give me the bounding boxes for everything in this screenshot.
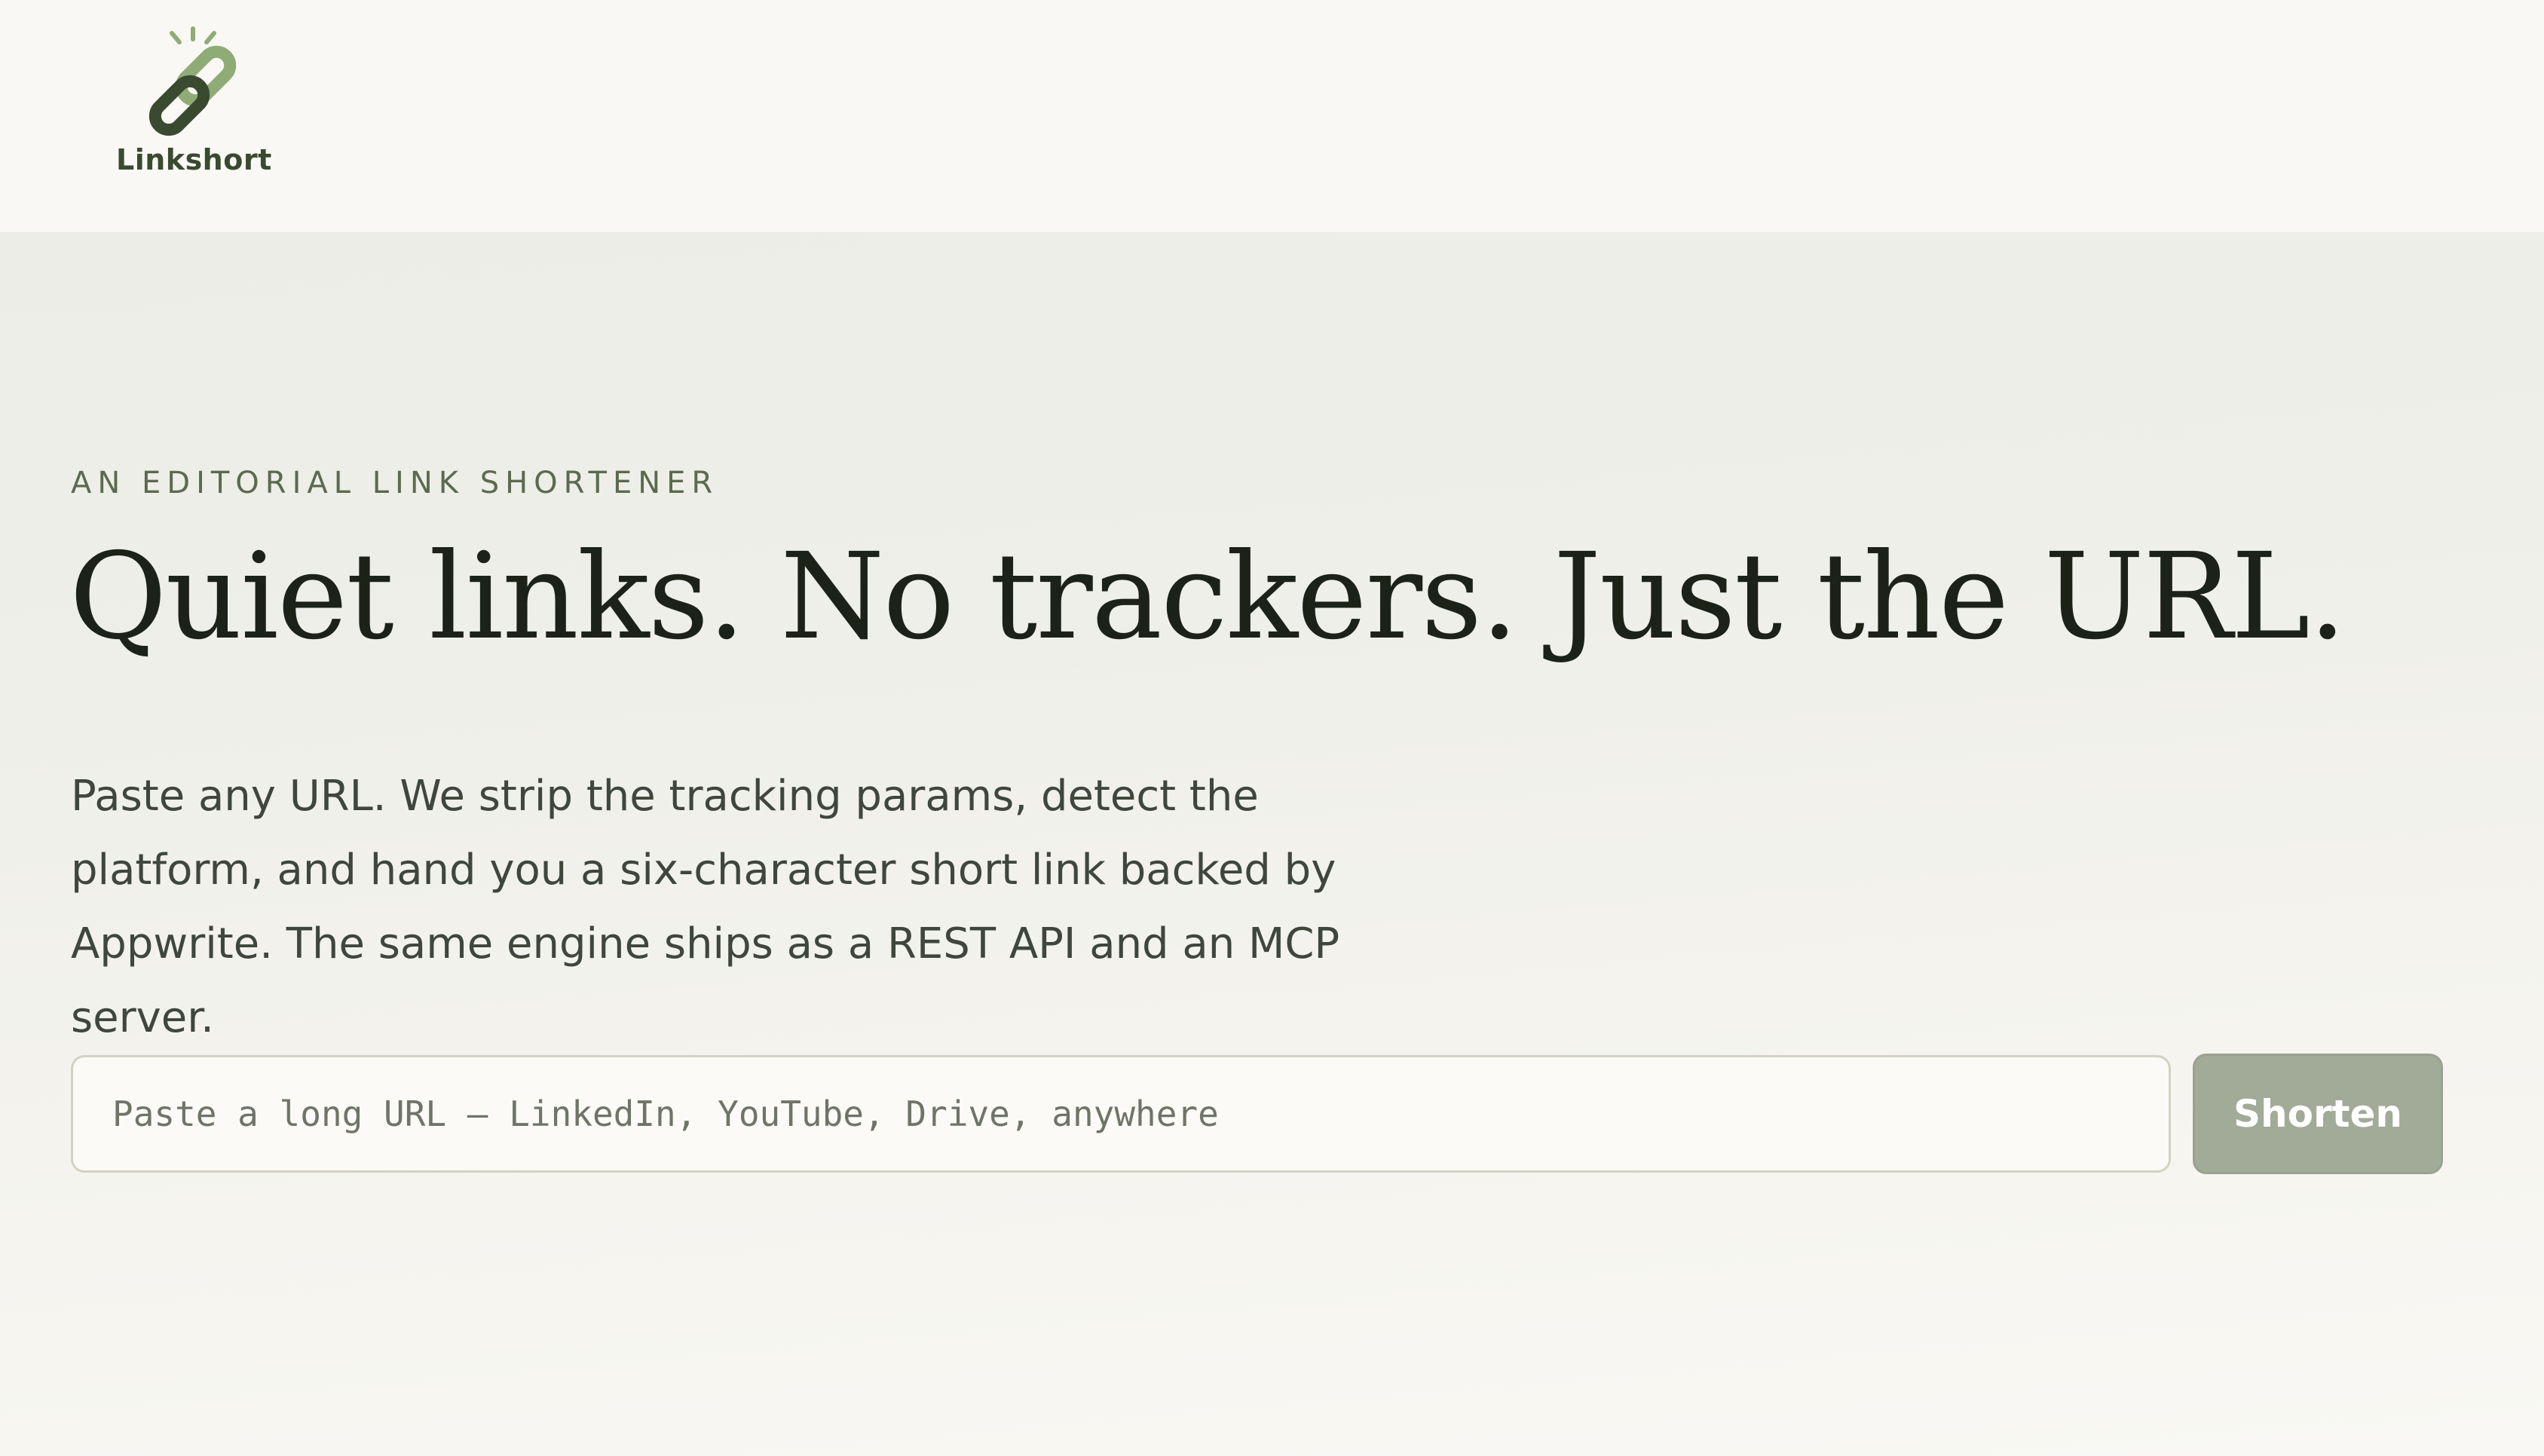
hero-eyebrow: AN EDITORIAL LINK SHORTENER	[71, 466, 719, 500]
hero-section: AN EDITORIAL LINK SHORTENER Quiet links.…	[0, 232, 2544, 1456]
hero-description: Paste any URL. We strip the tracking par…	[71, 772, 1340, 1042]
url-input[interactable]	[71, 1055, 2171, 1173]
shorten-button[interactable]: Shorten	[2193, 1054, 2443, 1174]
site-header: Linkshort	[0, 0, 2544, 232]
brand-logo[interactable]: Linkshort	[113, 23, 271, 181]
chain-link-icon	[148, 26, 237, 136]
brand-name: Linkshort	[116, 143, 272, 176]
hero-headline: Quiet links. No trackers. Just the URL.	[69, 528, 2347, 666]
